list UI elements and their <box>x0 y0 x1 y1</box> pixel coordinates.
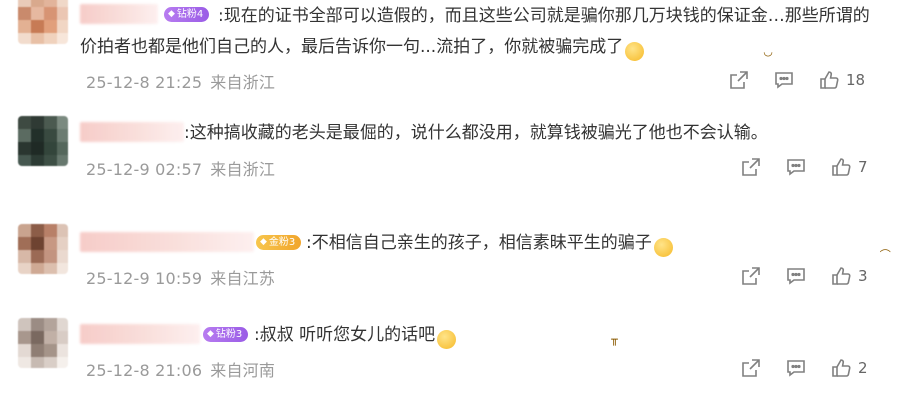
share-icon <box>742 158 760 176</box>
comment-item: :这种搞收藏的老头是最倔的，说什么都没用，就算钱被骗光了他也不会认输。 25-1… <box>0 100 900 204</box>
like-count: 7 <box>858 158 868 176</box>
comment-actions: 3 <box>720 264 900 290</box>
avatar[interactable] <box>18 318 68 368</box>
reply-button[interactable] <box>785 155 807 179</box>
like-count: 3 <box>858 267 868 285</box>
comment-text: :不相信自己亲生的孩子，相信素昧平生的骗子 ︵ <box>80 228 891 259</box>
comment-actions: 2 <box>720 356 900 382</box>
share-button[interactable] <box>728 68 750 92</box>
comment-icon <box>787 159 805 176</box>
comment-location: 来自江苏 <box>210 269 276 288</box>
comment-meta: 25-12-9 10:59 来自江苏 <box>86 265 275 289</box>
share-button[interactable] <box>740 356 762 380</box>
share-icon <box>742 267 760 285</box>
share-icon <box>742 359 760 377</box>
thumbs-up-icon <box>832 359 851 377</box>
reply-button[interactable] <box>785 356 807 380</box>
comment-actions: 7 <box>720 155 900 181</box>
avatar[interactable] <box>18 0 68 44</box>
comment-text-content: :这种搞收藏的老头是最倔的，说什么都没用，就算钱被骗光了他也不会认输。 <box>184 123 768 143</box>
comment-text: :现在的证书全部可以造假的，而且这些公司就是骗你那几万块钱的保证金…那些所谓的价… <box>80 1 886 63</box>
comment-text-content: :不相信自己亲生的孩子，相信素昧平生的骗子 <box>306 233 652 253</box>
like-button[interactable]: 3 <box>830 264 868 288</box>
avatar[interactable] <box>18 116 68 166</box>
comment-location: 来自浙江 <box>210 160 276 179</box>
comment-location: 来自浙江 <box>210 73 276 92</box>
like-count: 2 <box>858 359 868 377</box>
comment-icon <box>787 360 805 377</box>
comment-text: :叔叔 听听您女儿的话吧 ╥ <box>80 320 886 351</box>
mocking-face-emoji: ◡ <box>625 42 773 61</box>
like-button[interactable]: 18 <box>818 68 865 92</box>
share-icon <box>730 71 748 89</box>
comment-text-content: :叔叔 听听您女儿的话吧 <box>254 325 436 345</box>
comment-date: 25-12-9 02:57 <box>86 160 203 179</box>
like-button[interactable]: 2 <box>830 356 868 380</box>
like-button[interactable]: 7 <box>830 155 868 179</box>
crying-face-emoji: ╥ <box>437 330 618 349</box>
thumbs-up-icon <box>832 267 851 285</box>
thumbs-up-icon <box>832 158 851 176</box>
like-count: 18 <box>846 71 866 89</box>
reply-button[interactable] <box>773 68 795 92</box>
thumbs-up-icon <box>820 71 839 89</box>
comment-item: ◆ 金粉3 :不相信自己亲生的孩子，相信素昧平生的骗子 ︵ 25-12-9 10:… <box>0 204 900 300</box>
comment-icon <box>775 72 793 89</box>
comment-date: 25-12-8 21:25 <box>86 73 203 92</box>
comment-meta: 25-12-9 02:57 来自浙江 <box>86 156 275 180</box>
avatar[interactable] <box>18 224 68 274</box>
comment-date: 25-12-8 21:06 <box>86 361 203 380</box>
comment-item: ◆ 钻粉3 :叔叔 听听您女儿的话吧 ╥ 25-12-8 21:06 来自河南 2 <box>0 300 900 406</box>
comment-text-content: :现在的证书全部可以造假的，而且这些公司就是骗你那几万块钱的保证金…那些所谓的价… <box>80 6 870 57</box>
comment-text: :这种搞收藏的老头是最倔的，说什么都没用，就算钱被骗光了他也不会认输。 <box>80 118 886 149</box>
comment-location: 来自河南 <box>210 361 276 380</box>
comment-actions: 18 <box>720 68 900 94</box>
comment-item: ◆ 钻粉4 :现在的证书全部可以造假的，而且这些公司就是骗你那几万块钱的保证金…… <box>0 0 900 100</box>
comment-icon <box>787 268 805 285</box>
share-button[interactable] <box>740 264 762 288</box>
share-button[interactable] <box>740 155 762 179</box>
reply-button[interactable] <box>785 264 807 288</box>
comment-date: 25-12-9 10:59 <box>86 269 203 288</box>
sad-face-emoji: ︵ <box>653 238 891 257</box>
comment-meta: 25-12-8 21:25 来自浙江 <box>86 69 275 93</box>
comment-meta: 25-12-8 21:06 来自河南 <box>86 357 275 381</box>
